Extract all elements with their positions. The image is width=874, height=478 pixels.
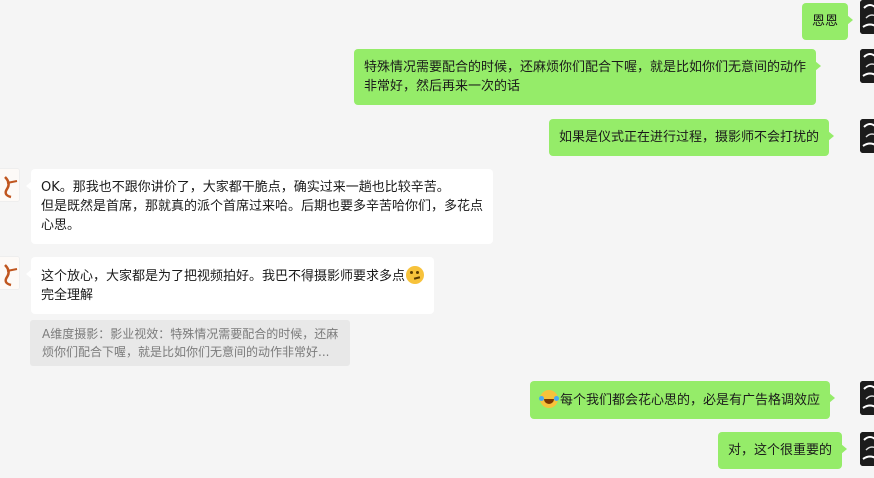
message-text-line: 完全理解 — [41, 288, 94, 303]
ink-art-icon — [860, 0, 874, 34]
ink-art-icon — [860, 119, 874, 153]
message-text-line: OK。那我也不跟你讲价了，大家都干脆点，确实过来一趟也比较辛苦。 — [41, 180, 450, 195]
message-bubble-sent[interactable]: 恩恩 — [802, 3, 854, 40]
message-text-line: 心思。 — [41, 218, 81, 233]
message-text-line: 非常好，然后再来一次的话 — [364, 79, 521, 94]
calligraphy-logo-icon — [0, 169, 19, 201]
message-text: 这个放心，大家都是为了把视频拍好。我巴不得摄影师要求多点 — [41, 269, 406, 284]
quoted-reply[interactable]: A维度摄影：影业视效：特殊情况需要配合的时候，还麻 烦你们配合下喔，就是比如你们… — [30, 320, 351, 366]
quote-text-line: 烦你们配合下喔，就是比如你们无意间的动作非常好... — [42, 345, 330, 359]
message-text-line: 每个我们都会花心思的，必是有广告格调效应 — [539, 390, 821, 410]
calligraphy-logo-icon — [0, 257, 19, 289]
message-text: 每个我们都会花心思的，必是有广告格调效应 — [560, 393, 821, 408]
contact-avatar[interactable] — [0, 168, 20, 202]
my-avatar[interactable] — [860, 49, 874, 83]
ink-art-icon — [860, 381, 874, 415]
contact-avatar[interactable] — [0, 256, 20, 290]
quote-text-line: A维度摄影：影业视效：特殊情况需要配合的时候，还麻 — [42, 327, 339, 341]
thinking-face-icon — [406, 266, 425, 284]
message-bubble-sent[interactable]: 如果是仪式正在进行过程，摄影师不会打扰的 — [549, 119, 835, 156]
message-bubble-sent[interactable]: 特殊情况需要配合的时候，还麻烦你们配合下喔，就是比如你们无意间的动作 非常好，然… — [354, 49, 822, 105]
message-bubble-sent[interactable]: 对，这个很重要的 — [718, 432, 848, 469]
message-text: 恩恩 — [812, 14, 839, 29]
message-bubble-sent[interactable]: 每个我们都会花心思的，必是有广告格调效应 — [530, 381, 836, 419]
chat-area: 恩恩 特殊情况需要配合的时候，还麻烦你们配合下喔，就是比如你们无意间的动作 非常… — [0, 0, 874, 478]
message-bubble-received[interactable]: OK。那我也不跟你讲价了，大家都干脆点，确实过来一趟也比较辛苦。 但是既然是首席… — [25, 169, 494, 244]
my-avatar[interactable] — [860, 381, 874, 415]
message-text-line: 这个放心，大家都是为了把视频拍好。我巴不得摄影师要求多点 — [41, 266, 425, 286]
laughing-tears-face-icon — [539, 390, 558, 408]
message-bubble-received[interactable]: 这个放心，大家都是为了把视频拍好。我巴不得摄影师要求多点 完全理解 — [25, 257, 435, 314]
message-text: 如果是仪式正在进行过程，摄影师不会打扰的 — [559, 130, 820, 145]
message-text-line: 特殊情况需要配合的时候，还麻烦你们配合下喔，就是比如你们无意间的动作 — [364, 60, 807, 75]
message-text: 对，这个很重要的 — [728, 443, 833, 458]
message-text-line: 但是既然是首席，那就真的派个首席过来哈。后期也要多辛苦哈你们，多花点 — [41, 199, 484, 214]
ink-art-icon — [860, 432, 874, 466]
my-avatar[interactable] — [860, 432, 874, 466]
ink-art-icon — [860, 49, 874, 83]
my-avatar[interactable] — [860, 119, 874, 153]
my-avatar[interactable] — [860, 0, 874, 34]
